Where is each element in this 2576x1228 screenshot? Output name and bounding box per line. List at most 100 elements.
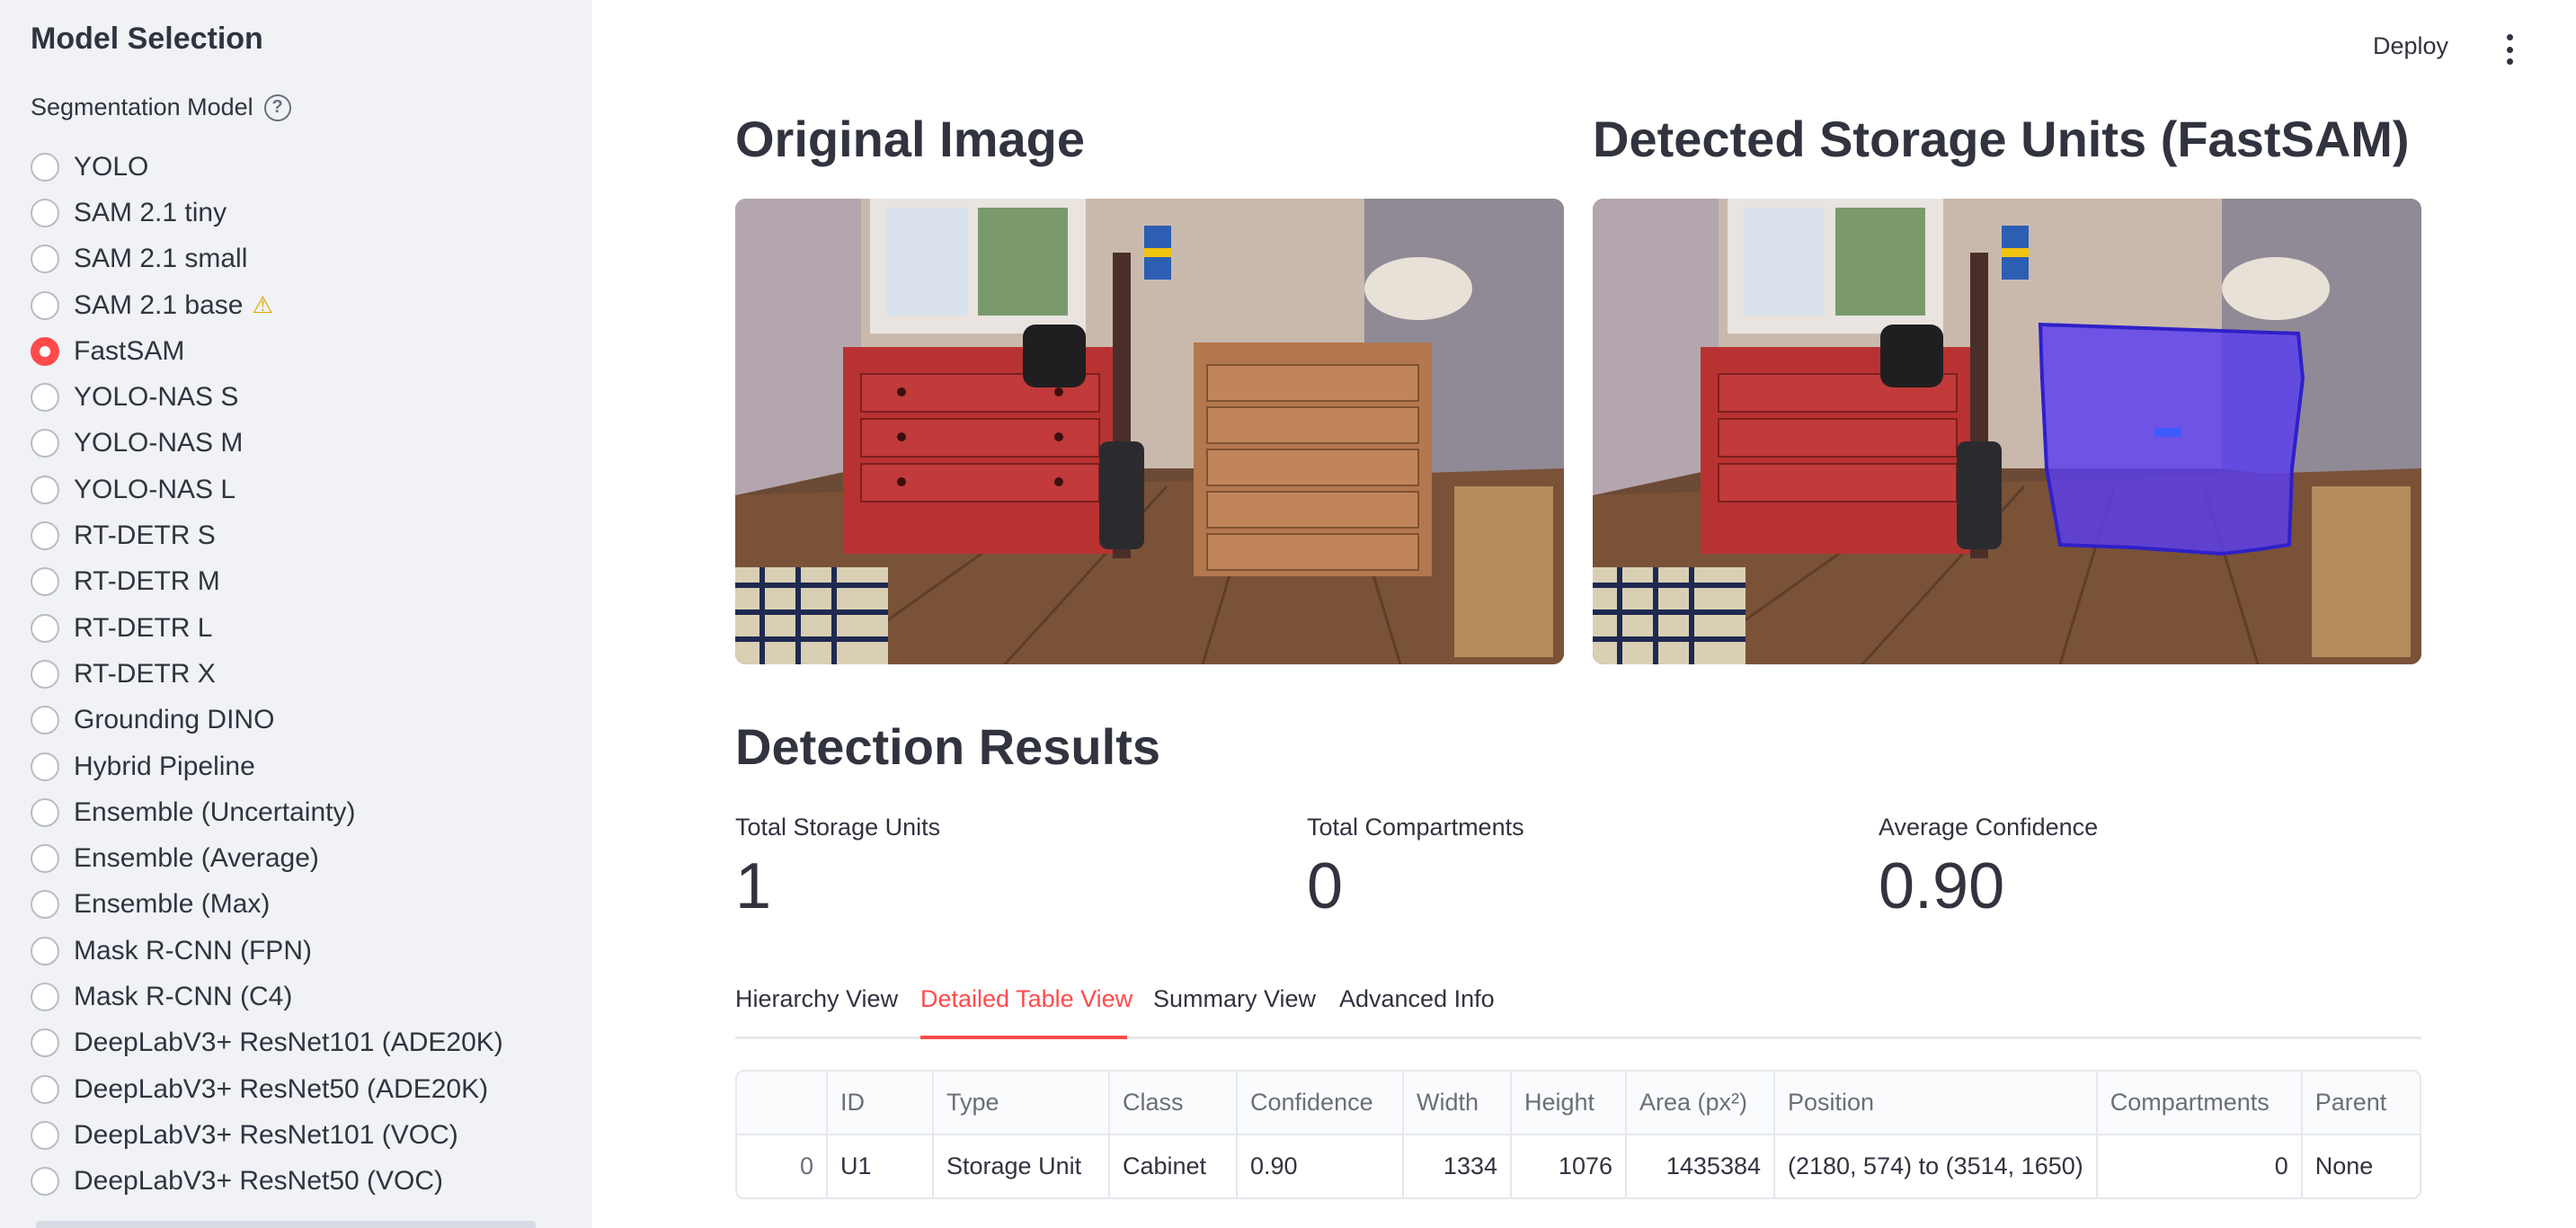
radio-unselected-icon[interactable] — [31, 982, 59, 1011]
cell-confidence: 0.90 — [1237, 1135, 1404, 1197]
radio-option-ensemble-max[interactable]: Ensemble (Max) — [31, 882, 503, 928]
radio-unselected-icon[interactable] — [31, 383, 59, 413]
radio-unselected-icon[interactable] — [31, 521, 59, 551]
radio-unselected-icon[interactable] — [31, 613, 59, 643]
original-image-title: Original Image — [735, 111, 1085, 167]
radio-option-grounding-dino[interactable]: Grounding DINO — [31, 698, 503, 743]
original-image — [735, 199, 1564, 664]
segmentation-model-radio-group: YOLO SAM 2.1 tiny SAM 2.1 small SAM 2.1 bas… — [31, 144, 503, 1205]
radio-unselected-icon[interactable] — [31, 567, 59, 597]
radio-option-deeplabv3-resnet50-ade20k[interactable]: DeepLabV3+ ResNet50 (ADE20K) — [31, 1066, 503, 1112]
radio-unselected-icon[interactable] — [31, 429, 59, 458]
radio-unselected-icon[interactable] — [31, 1028, 59, 1058]
radio-option-mask-r-cnn-fpn[interactable]: Mask R-CNN (FPN) — [31, 928, 503, 974]
radio-option-rt-detr-m[interactable]: RT-DETR M — [31, 559, 503, 605]
column-header-confidence[interactable]: Confidence — [1237, 1072, 1404, 1135]
radio-option-label: YOLO-NAS M — [74, 428, 244, 458]
radio-option-label: Grounding DINO — [74, 705, 275, 735]
radio-option-yolo-nas-s[interactable]: YOLO-NAS S — [31, 374, 503, 420]
column-header-compartments[interactable]: Compartments — [2096, 1072, 2303, 1135]
metric-label-storage-units: Total Storage Units — [735, 814, 941, 841]
radio-unselected-icon[interactable] — [31, 844, 59, 874]
table-row[interactable]: 0 U1 Storage Unit Cabinet 0.90 1334 1076… — [737, 1135, 2420, 1197]
radio-option-yolo-nas-m[interactable]: YOLO-NAS M — [31, 421, 503, 467]
radio-option-hybrid-pipeline[interactable]: Hybrid Pipeline — [31, 743, 503, 789]
tab-advanced-info[interactable]: Advanced Info — [1339, 985, 1495, 1013]
column-header-parent[interactable]: Parent — [2301, 1072, 2420, 1135]
radio-option-label: FastSAM — [74, 335, 185, 366]
column-header-area[interactable]: Area (px²) — [1626, 1072, 1775, 1135]
radio-option-rt-detr-x[interactable]: RT-DETR X — [31, 651, 503, 697]
tab-summary-view[interactable]: Summary View — [1153, 985, 1316, 1013]
radio-option-label: RT-DETR L — [74, 612, 213, 643]
radio-option-ensemble-average[interactable]: Ensemble (Average) — [31, 835, 503, 881]
radio-option-label: Mask R-CNN (C4) — [74, 981, 293, 1011]
warning-icon: ⚠ — [252, 291, 273, 319]
radio-option-label: DeepLabV3+ ResNet50 (VOC) — [74, 1166, 444, 1197]
radio-unselected-icon[interactable] — [31, 1074, 59, 1104]
column-header-height[interactable]: Height — [1511, 1072, 1627, 1135]
radio-option-fastsam[interactable]: FastSAM — [31, 328, 503, 374]
radio-unselected-icon[interactable] — [31, 936, 59, 965]
table-header-row: ID Type Class Confidence Width Height Ar… — [737, 1072, 2420, 1135]
radio-option-ensemble-uncertainty[interactable]: Ensemble (Uncertainty) — [31, 789, 503, 835]
deploy-button[interactable]: Deploy — [2373, 32, 2448, 60]
segmentation-model-label: Segmentation Model ? — [31, 93, 291, 121]
detected-image — [1593, 199, 2421, 664]
radio-option-deeplabv3-resnet101-voc[interactable]: DeepLabV3+ ResNet101 (VOC) — [31, 1112, 503, 1158]
radio-option-mask-r-cnn-c4[interactable]: Mask R-CNN (C4) — [31, 974, 503, 1019]
radio-unselected-icon[interactable] — [31, 659, 59, 689]
radio-option-sam-2-1-base[interactable]: SAM 2.1 base ⚠ — [31, 282, 503, 328]
help-circle-icon[interactable]: ? — [263, 93, 291, 121]
radio-option-rt-detr-s[interactable]: RT-DETR S — [31, 512, 503, 558]
cell-class: Cabinet — [1109, 1135, 1238, 1197]
radio-unselected-icon[interactable] — [31, 290, 59, 320]
column-header-position[interactable]: Position — [1774, 1072, 2098, 1135]
radio-option-label: Hybrid Pipeline — [74, 751, 255, 781]
tab-hierarchy-view[interactable]: Hierarchy View — [735, 985, 898, 1013]
cell-height: 1076 — [1511, 1135, 1627, 1197]
radio-unselected-icon[interactable] — [31, 797, 59, 827]
detection-mask — [2038, 322, 2305, 556]
radio-unselected-icon[interactable] — [31, 198, 59, 227]
detections-table[interactable]: ID Type Class Confidence Width Height Ar… — [735, 1070, 2421, 1199]
active-tab-indicator — [920, 1036, 1127, 1039]
cell-index: 0 — [737, 1135, 828, 1197]
radio-option-label: Ensemble (Max) — [74, 889, 271, 920]
cell-compartments: 0 — [2096, 1135, 2303, 1197]
radio-unselected-icon[interactable] — [31, 890, 59, 920]
radio-unselected-icon[interactable] — [31, 245, 59, 274]
radio-option-label: RT-DETR M — [74, 566, 220, 597]
column-header-type[interactable]: Type — [933, 1072, 1110, 1135]
radio-selected-icon[interactable] — [31, 336, 59, 366]
radio-unselected-icon[interactable] — [31, 152, 59, 182]
radio-option-rt-detr-l[interactable]: RT-DETR L — [31, 605, 503, 651]
radio-option-label: Ensemble (Average) — [74, 843, 319, 874]
column-header-width[interactable]: Width — [1403, 1072, 1512, 1135]
radio-unselected-icon[interactable] — [31, 475, 59, 504]
sidebar-title: Model Selection — [31, 22, 263, 56]
radio-option-label: DeepLabV3+ ResNet101 (ADE20K) — [74, 1028, 503, 1058]
cell-type: Storage Unit — [933, 1135, 1110, 1197]
column-header-index[interactable] — [737, 1072, 828, 1135]
radio-option-sam-2-1-tiny[interactable]: SAM 2.1 tiny — [31, 190, 503, 236]
tab-detailed-table-view[interactable]: Detailed Table View — [920, 985, 1133, 1013]
radio-unselected-icon[interactable] — [31, 706, 59, 735]
more-vertical-icon[interactable] — [2499, 34, 2520, 65]
radio-unselected-icon[interactable] — [31, 1167, 59, 1197]
radio-option-yolo-nas-l[interactable]: YOLO-NAS L — [31, 467, 503, 512]
radio-unselected-icon[interactable] — [31, 752, 59, 781]
radio-option-deeplabv3-resnet101-ade20k[interactable]: DeepLabV3+ ResNet101 (ADE20K) — [31, 1020, 503, 1066]
cell-id: U1 — [827, 1135, 934, 1197]
radio-unselected-icon[interactable] — [31, 1120, 59, 1150]
detection-results-title: Detection Results — [735, 718, 1160, 775]
radio-option-yolo[interactable]: YOLO — [31, 144, 503, 190]
metric-value-avg-confidence: 0.90 — [1879, 850, 2005, 922]
column-header-id[interactable]: ID — [827, 1072, 934, 1135]
radio-option-label: RT-DETR X — [74, 658, 216, 689]
radio-option-deeplabv3-resnet50-voc[interactable]: DeepLabV3+ ResNet50 (VOC) — [31, 1159, 503, 1205]
radio-option-label: DeepLabV3+ ResNet50 (ADE20K) — [74, 1073, 489, 1104]
radio-option-sam-2-1-small[interactable]: SAM 2.1 small — [31, 236, 503, 282]
column-header-class[interactable]: Class — [1109, 1072, 1238, 1135]
metric-value-storage-units: 1 — [735, 850, 772, 922]
